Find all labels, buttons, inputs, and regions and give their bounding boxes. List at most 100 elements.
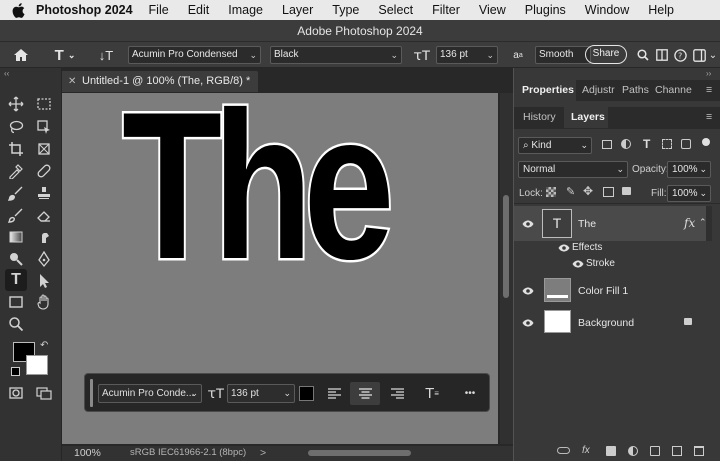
stamp-tool-icon[interactable] bbox=[33, 182, 55, 204]
fx-icon[interactable]: fx bbox=[582, 445, 594, 457]
tab-paths[interactable]: Paths bbox=[622, 80, 652, 101]
menu-app-name[interactable]: Photoshop 2024 bbox=[36, 3, 133, 17]
menu-window[interactable]: Window bbox=[585, 3, 629, 17]
visibility-eye-icon[interactable] bbox=[522, 219, 536, 229]
tab-properties[interactable]: Properties bbox=[514, 80, 576, 101]
filter-type-icon[interactable]: T bbox=[643, 137, 650, 151]
close-icon[interactable]: ✕ bbox=[68, 71, 76, 92]
zoom-tool-icon[interactable] bbox=[5, 313, 27, 335]
task-font-size-select[interactable]: 136 pt ⌄ bbox=[227, 384, 295, 403]
visibility-eye-icon[interactable] bbox=[522, 318, 536, 328]
screen-mode-icon[interactable] bbox=[33, 382, 55, 404]
font-family-select[interactable]: Acumin Pro Condensed ⌄ bbox=[128, 46, 261, 64]
search-icon[interactable] bbox=[636, 44, 650, 66]
collapse-arrows-icon[interactable]: ›› bbox=[706, 69, 711, 78]
filter-toggle-icon[interactable] bbox=[702, 138, 710, 146]
menu-help[interactable]: Help bbox=[648, 3, 674, 17]
tab-layers[interactable]: Layers bbox=[564, 107, 608, 128]
tab-history[interactable]: History bbox=[514, 107, 562, 128]
lock-all-icon[interactable] bbox=[622, 187, 631, 195]
quick-mask-icon[interactable] bbox=[5, 382, 27, 404]
vertical-scroll-thumb[interactable] bbox=[503, 195, 509, 298]
canvas-text-layer[interactable]: The bbox=[120, 93, 396, 293]
font-style-select[interactable]: Black ⌄ bbox=[270, 46, 402, 64]
text-color-swatch[interactable] bbox=[299, 386, 314, 401]
smudge-tool-icon[interactable] bbox=[33, 226, 55, 248]
align-right-icon[interactable] bbox=[386, 382, 408, 405]
layer-kind-filter[interactable]: ⌕ Kind ⌄ bbox=[518, 137, 592, 154]
lock-position-icon[interactable]: ✥ bbox=[583, 184, 593, 198]
marquee-tool-icon[interactable] bbox=[33, 93, 55, 115]
default-colors-icon[interactable] bbox=[11, 367, 20, 376]
stroke-visibility-eye-icon[interactable] bbox=[572, 259, 586, 269]
healing-brush-icon[interactable] bbox=[33, 160, 55, 182]
apple-icon[interactable] bbox=[0, 2, 36, 18]
layer-name[interactable]: The bbox=[578, 218, 596, 230]
pen-tool-icon[interactable] bbox=[33, 248, 55, 270]
eraser-tool-icon[interactable] bbox=[33, 204, 55, 226]
menu-plugins[interactable]: Plugins bbox=[525, 3, 566, 17]
panel-menu-icon[interactable]: ≡ bbox=[706, 107, 718, 128]
zoom-level[interactable]: 100% bbox=[74, 447, 101, 459]
menu-layer[interactable]: Layer bbox=[282, 3, 313, 17]
lock-transparent-icon[interactable] bbox=[546, 187, 556, 197]
task-font-family-select[interactable]: Acumin Pro Conde... ⌄ bbox=[98, 384, 202, 403]
drag-handle[interactable] bbox=[90, 379, 93, 407]
background-color-swatch[interactable] bbox=[26, 355, 48, 375]
history-brush-icon[interactable] bbox=[5, 204, 27, 226]
fill-input[interactable]: 100% ⌄ bbox=[667, 185, 711, 202]
gradient-tool-icon[interactable] bbox=[5, 226, 27, 248]
layers-scrollbar[interactable] bbox=[706, 206, 712, 241]
align-left-icon[interactable] bbox=[323, 382, 345, 405]
menu-type[interactable]: Type bbox=[332, 3, 359, 17]
lock-icon[interactable] bbox=[684, 318, 692, 325]
status-chevron-icon[interactable]: > bbox=[260, 447, 266, 459]
align-center-icon[interactable] bbox=[350, 382, 380, 405]
menu-filter[interactable]: Filter bbox=[432, 3, 460, 17]
eyedropper-icon[interactable] bbox=[5, 160, 27, 182]
link-layers-icon[interactable] bbox=[557, 447, 570, 454]
folder-icon[interactable] bbox=[650, 445, 660, 456]
visibility-eye-icon[interactable] bbox=[522, 286, 536, 296]
rectangle-tool-icon[interactable] bbox=[5, 291, 27, 313]
lasso-tool-icon[interactable] bbox=[5, 116, 27, 138]
trash-icon[interactable] bbox=[694, 445, 704, 456]
share-button[interactable]: Share bbox=[585, 45, 627, 64]
effects-visibility-eye-icon[interactable] bbox=[558, 243, 572, 253]
layer-effects-label[interactable]: Effects bbox=[572, 242, 602, 253]
crop-tool-icon[interactable] bbox=[5, 138, 27, 160]
panel-menu-icon[interactable]: ≡ bbox=[706, 80, 718, 101]
menu-view[interactable]: View bbox=[479, 3, 506, 17]
swap-colors-icon[interactable]: ↶ bbox=[40, 340, 48, 351]
workspace-icon[interactable] bbox=[655, 44, 669, 66]
type-tool-icon[interactable]: T bbox=[5, 269, 27, 291]
adjustment-layer-icon[interactable] bbox=[628, 445, 638, 456]
layer-name[interactable]: Background bbox=[578, 317, 634, 329]
help-icon[interactable]: ? bbox=[673, 44, 687, 66]
layer-effect-stroke[interactable]: Stroke bbox=[586, 258, 615, 269]
opacity-input[interactable]: 100% ⌄ bbox=[667, 161, 711, 178]
new-layer-icon[interactable] bbox=[672, 445, 682, 456]
horizontal-scroll-thumb[interactable] bbox=[308, 450, 411, 456]
tab-channels[interactable]: Channe bbox=[655, 80, 695, 101]
document-tab[interactable]: ✕ Untitled-1 @ 100% (The, RGB/8) * bbox=[62, 71, 258, 92]
menu-edit[interactable]: Edit bbox=[188, 3, 210, 17]
lock-artboard-icon[interactable] bbox=[603, 187, 614, 197]
menu-file[interactable]: File bbox=[149, 3, 169, 17]
path-selection-icon[interactable] bbox=[33, 270, 55, 292]
filter-shape-icon[interactable] bbox=[662, 139, 672, 149]
move-tool-icon[interactable] bbox=[5, 93, 27, 115]
collapse-arrows-icon[interactable]: ‹‹ bbox=[4, 69, 9, 78]
frame-tool-icon[interactable] bbox=[33, 138, 55, 160]
layer-fx-badge[interactable]: fx bbox=[684, 216, 695, 230]
layer-name[interactable]: Color Fill 1 bbox=[578, 285, 628, 297]
blend-mode-select[interactable]: Normal ⌄ bbox=[518, 161, 628, 178]
home-icon[interactable] bbox=[10, 44, 32, 66]
hand-tool-icon[interactable] bbox=[33, 291, 55, 313]
dodge-tool-icon[interactable] bbox=[5, 248, 27, 270]
more-options-icon[interactable]: ••• bbox=[460, 382, 480, 405]
menu-image[interactable]: Image bbox=[228, 3, 263, 17]
object-selection-icon[interactable] bbox=[33, 116, 55, 138]
lock-pixels-icon[interactable]: ✎ bbox=[566, 185, 575, 198]
tab-adjustments[interactable]: Adjustr bbox=[582, 80, 622, 101]
